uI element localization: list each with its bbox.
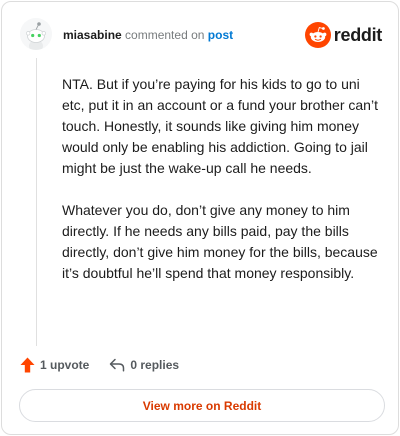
upvote-arrow-icon [20,357,35,373]
comment-paragraph: NTA. But if you’re paying for his kids t… [62,76,378,176]
view-more-button[interactable]: View more on Reddit [19,389,385,422]
reply-arrow-icon [110,358,125,372]
comment-paragraph: Whatever you do, don’t give any money to… [62,202,378,281]
comment-header: miasabine commented on post reddit [2,2,398,62]
comment-actions: 1 upvote 0 replies [20,354,179,376]
reddit-brand-link[interactable]: reddit [304,22,383,48]
username-link[interactable]: miasabine [63,28,122,42]
thread-line[interactable] [36,58,37,346]
snoo-avatar-icon[interactable] [20,18,52,50]
reddit-logo-icon [304,22,331,48]
post-link[interactable]: post [208,28,233,42]
upvote-count: 1 upvote [40,358,90,372]
commented-on-text: commented on [125,28,205,42]
comment-body: NTA. But if you’re paying for his kids t… [62,74,380,305]
upvote-button[interactable]: 1 upvote [20,357,89,373]
replies-count: 0 replies [130,358,180,372]
comment-embed-card: miasabine commented on post reddit NTA. … [1,1,399,435]
replies-button[interactable]: 0 replies [109,358,179,372]
comment-attribution: miasabine commented on post [63,28,233,42]
reddit-wordmark: reddit [333,24,383,45]
